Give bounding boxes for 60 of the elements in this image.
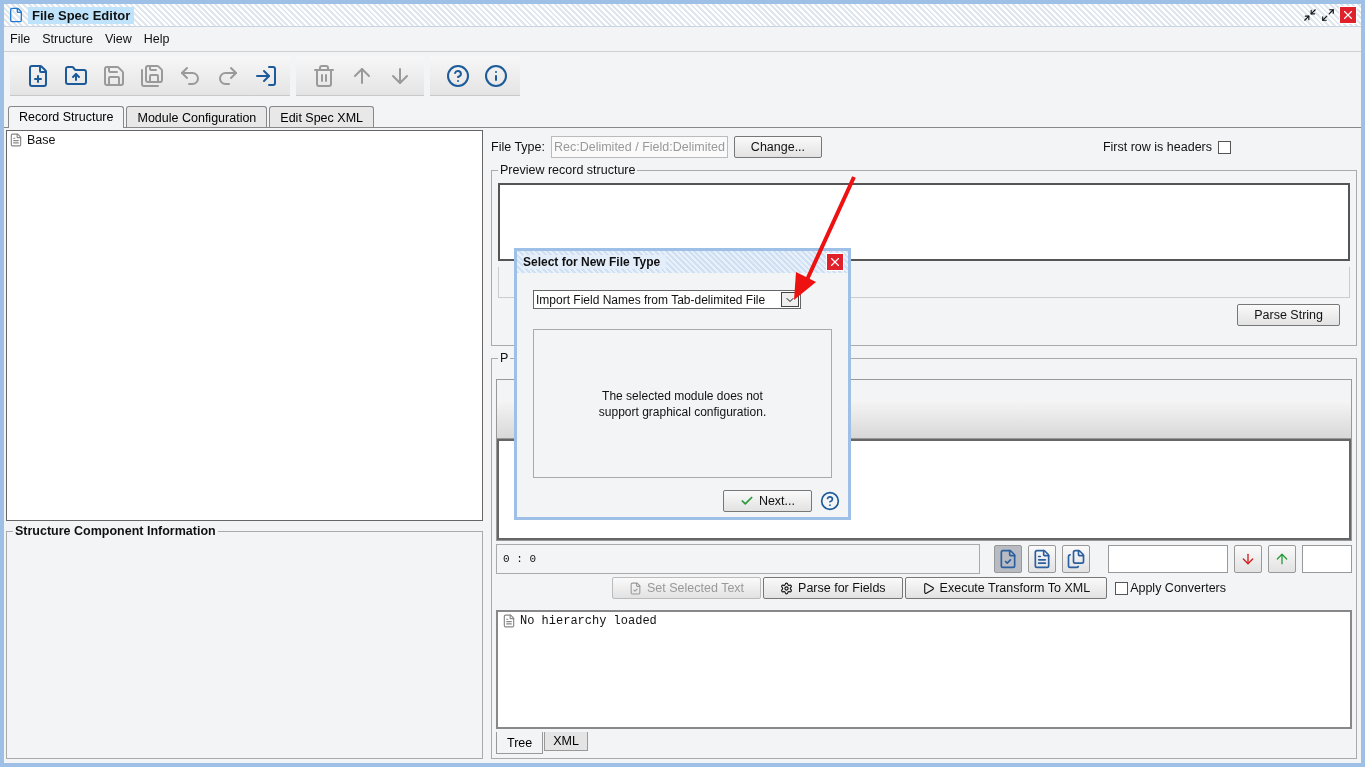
door-arrow-icon (254, 63, 278, 88)
tab[interactable]: XML (544, 732, 588, 751)
move-down-button[interactable] (1234, 545, 1262, 573)
message-text: The selected module does not support graphical configuration. (597, 387, 768, 420)
checkbox-label: Apply Converters (1130, 581, 1226, 595)
trash-icon (312, 63, 336, 88)
close-icon (828, 255, 842, 269)
minimize-icon[interactable] (1303, 8, 1317, 22)
gears-icon (780, 581, 794, 595)
tab[interactable]: Edit Spec XML (269, 106, 374, 127)
action-button[interactable]: Parse for Fields (763, 577, 903, 599)
menu-item[interactable]: View (104, 32, 132, 46)
menu-item[interactable]: Help (143, 32, 170, 46)
help-icon[interactable] (820, 491, 840, 511)
file-icon (502, 614, 516, 628)
save-icon (102, 63, 126, 88)
input-field[interactable] (1302, 545, 1352, 573)
parse-string-button[interactable]: Parse String (1237, 304, 1340, 326)
save-all-icon (140, 63, 164, 88)
next-button[interactable]: Next... (722, 490, 812, 512)
info-icon (484, 63, 508, 88)
tab[interactable]: Tree (496, 732, 544, 754)
move-up-button[interactable] (1268, 545, 1296, 573)
panel-title: P (498, 351, 511, 365)
check-icon (739, 494, 754, 508)
field-label: File Type: (491, 140, 545, 154)
file-check-icon (629, 581, 642, 595)
file-check-icon (998, 549, 1018, 569)
checkbox[interactable] (1115, 581, 1129, 595)
menu-item[interactable]: File (10, 32, 31, 46)
panel-title: Structure Component Information (13, 524, 218, 538)
view-button[interactable] (1062, 545, 1090, 573)
menu-item[interactable]: Structure (42, 32, 93, 46)
change-button[interactable]: Change... (733, 136, 823, 158)
folder-upload-icon (64, 63, 88, 88)
help-icon (446, 63, 470, 88)
tree-item[interactable]: No hierarchy loaded (520, 614, 657, 628)
file-lines-icon (1032, 549, 1052, 569)
checkbox-label: First row is headers (1102, 140, 1212, 154)
view-button[interactable] (994, 545, 1022, 573)
dialog-title: Select for New File Type (523, 255, 667, 269)
files-icon (1066, 549, 1086, 569)
tab[interactable]: Module Configuration (126, 106, 268, 127)
view-button[interactable] (1028, 545, 1056, 573)
maximize-icon[interactable] (1321, 8, 1335, 22)
close-button[interactable] (826, 253, 844, 271)
checkbox[interactable] (1218, 140, 1231, 154)
new-file-icon (26, 63, 50, 88)
tab[interactable]: Record Structure (8, 106, 125, 128)
close-icon (1341, 8, 1355, 22)
position-field: 0 : 0 (496, 544, 980, 574)
tree-item[interactable]: Base (27, 133, 56, 147)
input-field[interactable] (1108, 545, 1228, 573)
window-title: File Spec Editor (28, 6, 135, 24)
module-dropdown[interactable]: Import Field Names from Tab-delimited File (533, 290, 801, 309)
play-icon (921, 581, 935, 595)
panel-title: Preview record structure (498, 163, 638, 177)
action-button[interactable]: Execute Transform To XML (904, 577, 1108, 599)
close-button[interactable] (1339, 6, 1357, 24)
file-icon (9, 133, 23, 147)
